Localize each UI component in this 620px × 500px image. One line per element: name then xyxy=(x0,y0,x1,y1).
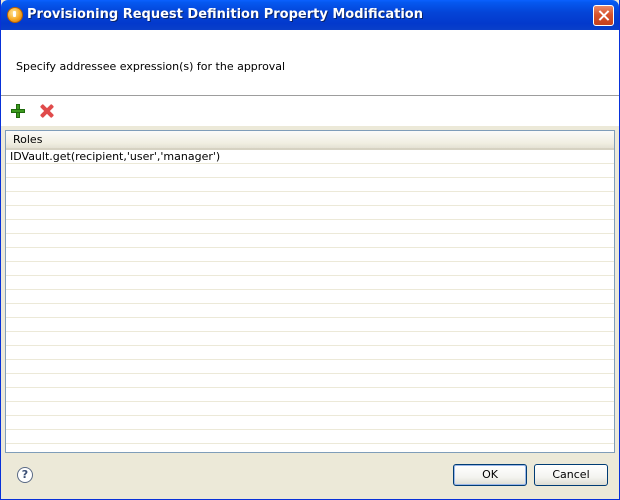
close-icon[interactable] xyxy=(593,5,614,26)
remove-icon xyxy=(39,103,55,119)
table-row[interactable] xyxy=(6,360,614,374)
title-bar[interactable]: Provisioning Request Definition Property… xyxy=(1,0,619,30)
table-row[interactable] xyxy=(6,318,614,332)
add-icon xyxy=(11,104,25,118)
table-row[interactable] xyxy=(6,234,614,248)
table-body: IDVault.get(recipient,'user','manager') xyxy=(6,150,614,452)
table-row[interactable] xyxy=(6,444,614,452)
table-row[interactable] xyxy=(6,346,614,360)
table-header: Roles xyxy=(6,131,614,150)
remove-button[interactable] xyxy=(38,102,56,120)
instruction-text: Specify addressee expression(s) for the … xyxy=(16,60,286,73)
table-row[interactable] xyxy=(6,402,614,416)
table-row[interactable] xyxy=(6,178,614,192)
table-row[interactable] xyxy=(6,388,614,402)
ok-button[interactable]: OK xyxy=(453,464,527,486)
table-row[interactable] xyxy=(6,192,614,206)
table-row[interactable] xyxy=(6,374,614,388)
app-icon xyxy=(7,7,23,23)
dialog-window: Provisioning Request Definition Property… xyxy=(0,0,620,500)
table-row[interactable] xyxy=(6,276,614,290)
table-row[interactable] xyxy=(6,248,614,262)
table-row[interactable] xyxy=(6,304,614,318)
table-row[interactable] xyxy=(6,164,614,178)
table-row[interactable] xyxy=(6,262,614,276)
roles-table[interactable]: Roles IDVault.get(recipient,'user','mana… xyxy=(5,130,615,453)
cancel-button[interactable]: Cancel xyxy=(534,464,608,486)
table-row[interactable] xyxy=(6,290,614,304)
column-header-roles[interactable]: Roles xyxy=(6,131,614,148)
window-title: Provisioning Request Definition Property… xyxy=(27,7,423,22)
table-row[interactable] xyxy=(6,206,614,220)
table-row[interactable] xyxy=(6,430,614,444)
table-row[interactable]: IDVault.get(recipient,'user','manager') xyxy=(6,150,614,164)
table-row[interactable] xyxy=(6,416,614,430)
toolbar xyxy=(1,96,619,126)
add-button[interactable] xyxy=(9,102,27,120)
table-row[interactable] xyxy=(6,332,614,346)
help-icon[interactable]: ? xyxy=(17,467,33,483)
message-area: Specify addressee expression(s) for the … xyxy=(1,30,619,96)
table-row[interactable] xyxy=(6,220,614,234)
